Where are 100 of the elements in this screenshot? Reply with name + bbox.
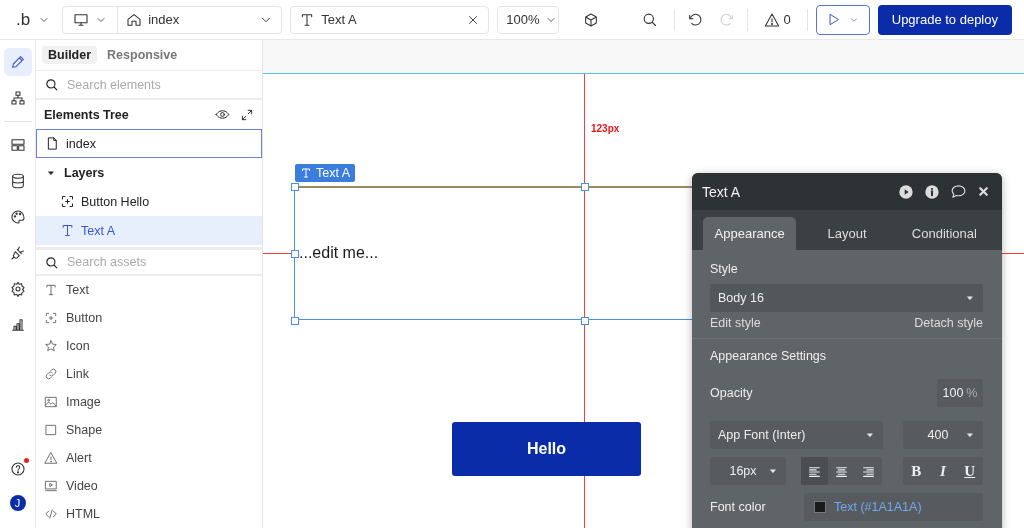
expand-icon [240, 107, 254, 122]
sidebar-tab[interactable] [3, 48, 32, 76]
section-title: Appearance Settings [710, 349, 828, 363]
editor-title: Text A [702, 183, 742, 200]
italic-button[interactable]: I [929, 457, 957, 485]
cube-icon [583, 11, 600, 28]
font-dropdown[interactable]: App Font (Inter) [710, 421, 883, 449]
align-center-icon [835, 464, 848, 478]
tree-item[interactable]: Button Hello [36, 187, 262, 217]
expand-button[interactable] [240, 107, 254, 122]
align-left-icon [808, 464, 821, 478]
tree-item[interactable]: index [36, 129, 262, 159]
distance-label: 123px [591, 123, 620, 134]
code-icon [44, 507, 58, 522]
style-dropdown[interactable]: Body 16 [710, 284, 983, 312]
tree-item[interactable]: Layers [36, 158, 262, 188]
editor-tab[interactable]: Layout [800, 217, 894, 250]
tree-item[interactable]: Text A [36, 216, 262, 246]
info-icon [924, 183, 940, 200]
color-swatch [814, 501, 826, 513]
search-field[interactable]: Search assets [67, 255, 254, 270]
preview-button[interactable] [896, 183, 916, 200]
file-icon [45, 136, 60, 152]
redo-icon [718, 11, 735, 28]
tree-title: Elements Tree [44, 107, 130, 122]
element-tag: Text A [295, 164, 356, 182]
resize-handle[interactable] [581, 317, 589, 325]
asset-item[interactable]: Alert [36, 444, 262, 473]
asset-item[interactable]: Text [36, 276, 262, 305]
search-field[interactable]: Search elements [67, 77, 254, 92]
align-right-icon [862, 464, 875, 478]
resize-handle[interactable] [291, 250, 299, 258]
close-icon [977, 185, 990, 198]
asset-item[interactable]: Shape [36, 416, 262, 445]
speech-bubble-icon [950, 183, 967, 200]
user-avatar[interactable]: J [9, 495, 26, 511]
info-button[interactable] [922, 183, 942, 200]
preview-button[interactable] [815, 4, 870, 35]
editor-tab[interactable]: Appearance [703, 217, 797, 250]
square-icon [44, 423, 58, 438]
warning-icon [763, 11, 780, 28]
database-icon [9, 173, 26, 189]
play-circle-icon [898, 183, 914, 200]
asset-item[interactable]: Button [36, 304, 262, 333]
caret-down-icon [965, 430, 975, 440]
pencil-icon [9, 54, 26, 70]
resize-handle[interactable] [581, 183, 589, 191]
caret-down-icon [965, 293, 975, 303]
search-icon [44, 254, 59, 270]
element-selector[interactable]: Text A [290, 5, 490, 34]
text-icon [300, 167, 312, 179]
size-dropdown[interactable]: 16px [710, 457, 786, 485]
align-button[interactable] [801, 457, 828, 485]
edit-style-link[interactable]: Edit style [710, 316, 761, 330]
search-icon [44, 77, 59, 93]
text-icon [60, 223, 75, 239]
monitor-icon [73, 11, 90, 28]
star-icon [44, 339, 58, 354]
warning-icon [44, 451, 58, 466]
layout-icon [9, 137, 26, 153]
asset-item[interactable]: Link [36, 360, 262, 389]
button-element-icon [60, 194, 75, 210]
palette-icon [9, 209, 26, 225]
link-icon [44, 367, 58, 382]
zoom-dropdown[interactable]: 100% [497, 5, 560, 34]
resize-handle[interactable] [291, 183, 299, 191]
weight-dropdown[interactable]: 400 [903, 421, 983, 449]
asset-item[interactable]: HTML [36, 500, 262, 528]
resize-handle[interactable] [291, 317, 299, 325]
hello-button[interactable]: Hello [452, 422, 641, 476]
hierarchy-icon [9, 90, 26, 106]
editor-tab[interactable]: Conditional [897, 217, 991, 250]
home-icon [126, 11, 143, 28]
asset-item[interactable]: Video [36, 472, 262, 501]
plug-icon [9, 245, 26, 261]
text-element[interactable]: ...edit me... [299, 244, 379, 262]
opacity-field[interactable]: 100 % [937, 379, 983, 407]
video-icon [44, 479, 58, 494]
asset-item[interactable]: Icon [36, 332, 262, 361]
issues-button[interactable]: 0 [755, 5, 799, 34]
bold-button[interactable]: B [903, 457, 930, 485]
text-icon [44, 283, 58, 298]
upgrade-button[interactable]: Upgrade to deploy [877, 4, 1012, 35]
button-element-icon [44, 311, 58, 326]
asset-item[interactable]: Image [36, 388, 262, 417]
underline-button[interactable]: U [956, 457, 983, 485]
detach-style-link[interactable]: Detach style [914, 316, 983, 330]
panel-tab[interactable]: Builder [42, 46, 98, 65]
caret-down-icon [768, 466, 778, 476]
app-menu-button[interactable]: .b [10, 5, 55, 34]
settings-icon [9, 281, 26, 297]
panel-tab[interactable]: Responsive [101, 46, 184, 65]
bar-chart-icon [9, 317, 26, 333]
undo-icon [686, 11, 703, 28]
caret-down-icon [865, 430, 875, 440]
field-label: Opacity [710, 386, 753, 400]
field-label: Style [710, 262, 739, 278]
image-icon [44, 395, 58, 410]
help-icon [9, 461, 26, 477]
field-label: Font color [710, 500, 767, 514]
